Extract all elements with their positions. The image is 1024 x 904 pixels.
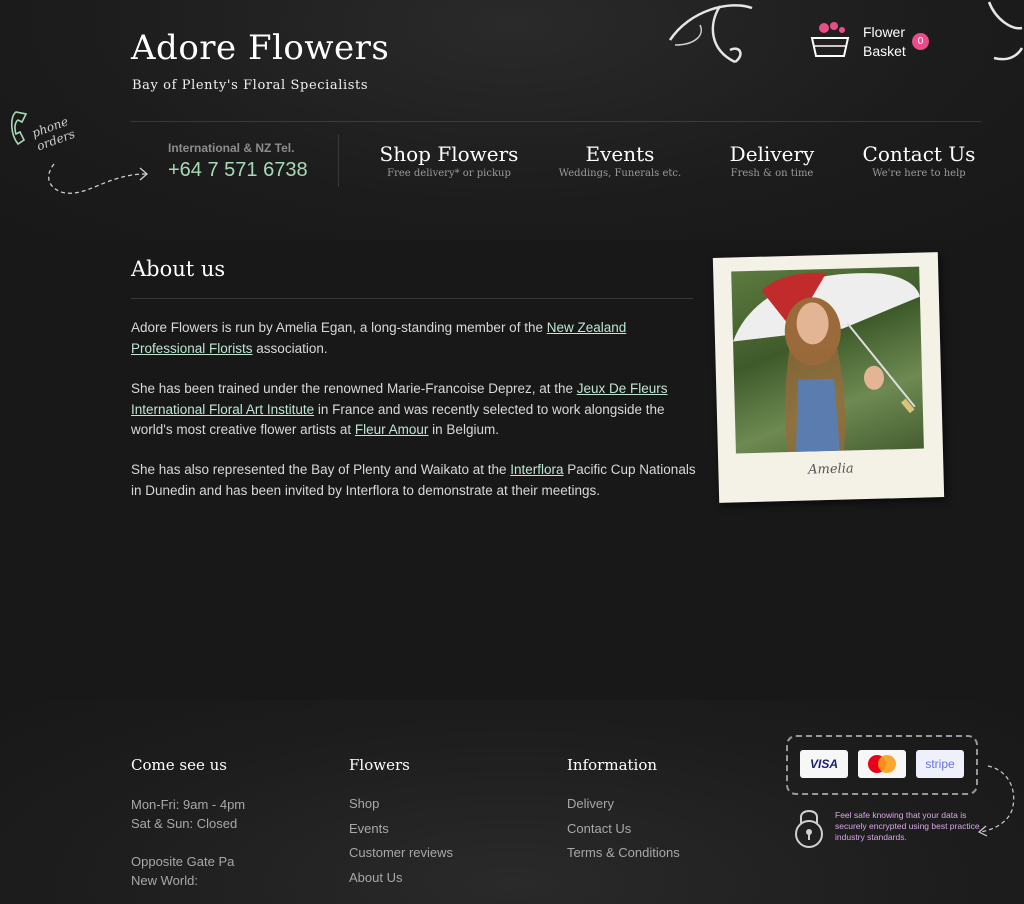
paragraph-text: She has also represented the Bay of Plen…	[131, 462, 511, 477]
about-paragraph-3: She has also represented the Bay of Plen…	[131, 460, 701, 501]
nav-subtitle: Weddings, Funerals etc.	[558, 168, 682, 179]
flower-basket-button[interactable]: Flower Basket 0	[808, 18, 938, 66]
fleur-amour-link[interactable]: Fleur Amour	[355, 422, 429, 437]
opening-hours-weekdays: Mon-Fri: 9am - 4pm	[131, 797, 246, 812]
footer-link-delivery[interactable]: Delivery	[567, 796, 614, 811]
footer-heading-information: Information	[567, 756, 658, 774]
footer-link-about-us[interactable]: About Us	[349, 870, 402, 885]
header-divider-top	[130, 121, 982, 122]
footer-link-terms-conditions[interactable]: Terms & Conditions	[567, 845, 680, 860]
footer-link-customer-reviews[interactable]: Customer reviews	[349, 845, 453, 860]
swirl-ornament-right-icon	[987, 1, 1024, 61]
nav-subtitle: Free delivery* or pickup	[387, 168, 511, 179]
paragraph-text: Adore Flowers is run by Amelia Egan, a l…	[131, 320, 547, 335]
footer-link-contact-us[interactable]: Contact Us	[567, 821, 631, 836]
paragraph-text: in Belgium.	[428, 422, 499, 437]
woman-with-umbrella-image	[733, 272, 920, 453]
nav-title: Contact Us	[862, 142, 976, 166]
interflora-link[interactable]: Interflora	[510, 462, 563, 477]
opening-hours-weekend: Sat & Sun: Closed	[131, 816, 238, 831]
nav-contact-us[interactable]: Contact Us We're here to help	[856, 142, 982, 179]
nav-shop-flowers[interactable]: Shop Flowers Free delivery* or pickup	[370, 142, 528, 179]
basket-count-badge: 0	[912, 33, 929, 50]
content-divider	[131, 298, 693, 299]
paragraph-text: association.	[252, 340, 328, 356]
about-paragraph-2: She has been trained under the renowned …	[131, 379, 701, 441]
nav-delivery[interactable]: Delivery Fresh & on time	[712, 142, 832, 179]
visa-card-icon: VISA	[800, 750, 848, 778]
location-line-2: New World:	[131, 873, 198, 888]
mastercard-icon	[858, 750, 906, 778]
owner-polaroid-photo: Amelia	[712, 252, 945, 503]
footer-heading-flowers: Flowers	[349, 756, 410, 774]
nav-subtitle: Fresh & on time	[730, 168, 814, 179]
nav-title: Delivery	[729, 142, 815, 166]
swirl-ornament-icon	[668, 4, 753, 64]
nav-title: Shop Flowers	[379, 142, 519, 166]
stripe-icon: stripe	[916, 750, 964, 778]
padlock-icon	[795, 810, 823, 848]
header-vertical-divider	[338, 135, 339, 187]
basket-label-line1: Flower	[863, 24, 906, 40]
owner-photo	[731, 266, 924, 454]
basket-label: Flower Basket	[863, 23, 906, 61]
basket-label-line2: Basket	[863, 43, 906, 59]
paragraph-text: She has been trained under the renowned …	[131, 381, 577, 396]
page-title: About us	[131, 257, 226, 281]
mastercard-logo-icon	[868, 755, 896, 773]
footer-heading-come-see-us: Come see us	[131, 756, 227, 774]
about-paragraph-1: Adore Flowers is run by Amelia Egan, a l…	[131, 318, 701, 359]
phone-label: International & NZ Tel.	[168, 141, 295, 155]
nav-title: Events	[585, 142, 655, 166]
nav-events[interactable]: Events Weddings, Funerals etc.	[550, 142, 690, 179]
basket-icon	[810, 22, 850, 57]
photo-caption: Amelia	[807, 461, 854, 478]
phone-number-link[interactable]: +64 7 571 6738	[168, 159, 308, 182]
nav-subtitle: We're here to help	[872, 168, 966, 179]
footer-link-shop[interactable]: Shop	[349, 796, 379, 811]
location-line-1: Opposite Gate Pa	[131, 854, 235, 869]
footer-link-events[interactable]: Events	[349, 821, 389, 836]
secure-payment-text: Feel safe knowing that your data is secu…	[835, 810, 980, 842]
site-tagline: Bay of Plenty's Floral Specialists	[132, 78, 369, 93]
site-title[interactable]: Adore Flowers	[131, 28, 389, 68]
